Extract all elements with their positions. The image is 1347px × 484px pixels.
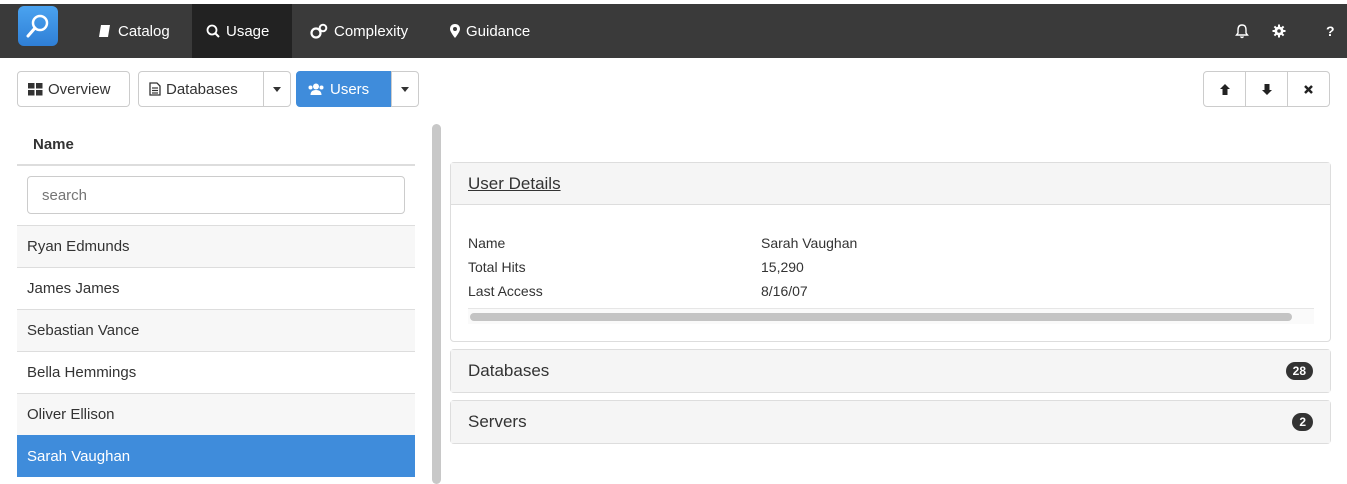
user-details-header[interactable]: User Details [451, 163, 1330, 205]
user-details-title: User Details [468, 173, 561, 193]
list-item[interactable]: Oliver Ellison [17, 393, 415, 435]
databases-dropdown-toggle[interactable] [263, 71, 291, 107]
user-details-panel: User Details Name Sarah Vaughan Total Hi… [450, 162, 1331, 342]
gear-icon [1272, 24, 1286, 38]
settings-button[interactable] [1272, 4, 1286, 58]
overview-button[interactable]: Overview [17, 71, 130, 107]
horizontal-scrollbar[interactable] [468, 308, 1314, 324]
arrow-up-icon [1219, 83, 1230, 95]
book-icon [99, 25, 110, 37]
detail-label: Last Access [468, 283, 543, 299]
users-icon [308, 83, 324, 95]
detail-row: Total Hits 15,290 [468, 255, 857, 279]
user-list: Ryan Edmunds James James Sebastian Vance… [17, 225, 415, 477]
servers-panel-header[interactable]: Servers 2 [451, 401, 1330, 443]
caret-down-icon [401, 86, 409, 92]
search-input[interactable] [27, 176, 405, 214]
servers-count-badge: 2 [1292, 413, 1313, 431]
notifications-button[interactable] [1235, 4, 1249, 58]
move-up-button[interactable] [1204, 72, 1245, 106]
nav-usage[interactable]: Usage [192, 4, 292, 58]
map-marker-icon [450, 24, 460, 38]
move-down-button[interactable] [1245, 72, 1287, 106]
name-column-header[interactable]: Name [33, 136, 74, 153]
bell-icon [1235, 23, 1249, 38]
detail-value: 8/16/07 [761, 283, 808, 299]
panel-controls [1203, 71, 1330, 107]
top-navbar: Catalog Usage Complexity Guidance ? [0, 4, 1347, 58]
search-icon [206, 24, 220, 38]
databases-count-badge: 28 [1285, 362, 1313, 380]
detail-label: Total Hits [468, 259, 526, 275]
close-button[interactable] [1287, 72, 1329, 106]
file-icon [149, 82, 161, 96]
servers-panel-title: Servers [468, 412, 527, 431]
details-table: Name Sarah Vaughan Total Hits 15,290 Las… [468, 231, 857, 303]
users-label: Users [330, 80, 370, 98]
nav-guidance[interactable]: Guidance [436, 4, 544, 58]
close-icon [1304, 84, 1313, 94]
servers-panel: Servers 2 [450, 400, 1331, 444]
list-item-selected[interactable]: Sarah Vaughan [17, 435, 415, 477]
users-button[interactable]: Users [296, 71, 391, 107]
caret-down-icon [273, 86, 281, 92]
help-label: ? [1326, 23, 1335, 39]
overview-label: Overview [48, 80, 111, 98]
users-dropdown-toggle[interactable] [391, 71, 419, 107]
list-item[interactable]: Bella Hemmings [17, 351, 415, 393]
list-item[interactable]: James James [17, 267, 415, 309]
nav-guidance-label: Guidance [466, 22, 531, 40]
list-item[interactable]: Sebastian Vance [17, 309, 415, 351]
detail-value: Sarah Vaughan [761, 235, 858, 251]
search-logo-icon [26, 14, 49, 38]
databases-label: Databases [166, 80, 238, 98]
detail-value: 15,290 [761, 259, 804, 275]
databases-panel: Databases 28 [450, 349, 1331, 393]
nav-catalog[interactable]: Catalog [84, 4, 184, 58]
nav-catalog-label: Catalog [118, 22, 170, 40]
detail-row: Name Sarah Vaughan [468, 231, 857, 255]
detail-row: Last Access 8/16/07 [468, 279, 857, 303]
app-logo[interactable] [18, 6, 58, 46]
vertical-splitter[interactable] [432, 124, 441, 484]
header-divider [17, 164, 415, 166]
cogs-icon [310, 23, 328, 39]
arrow-down-icon [1261, 83, 1272, 95]
databases-panel-header[interactable]: Databases 28 [451, 350, 1330, 392]
databases-button[interactable]: Databases [138, 71, 264, 107]
nav-complexity-label: Complexity [334, 22, 409, 40]
nav-usage-label: Usage [226, 22, 270, 40]
databases-panel-title: Databases [468, 361, 550, 380]
scrollbar-thumb[interactable] [470, 313, 1292, 321]
detail-label: Name [468, 235, 506, 251]
th-large-icon [28, 82, 43, 95]
help-button[interactable]: ? [1326, 4, 1335, 58]
list-item[interactable]: Ryan Edmunds [17, 225, 415, 267]
nav-complexity[interactable]: Complexity [296, 4, 422, 58]
